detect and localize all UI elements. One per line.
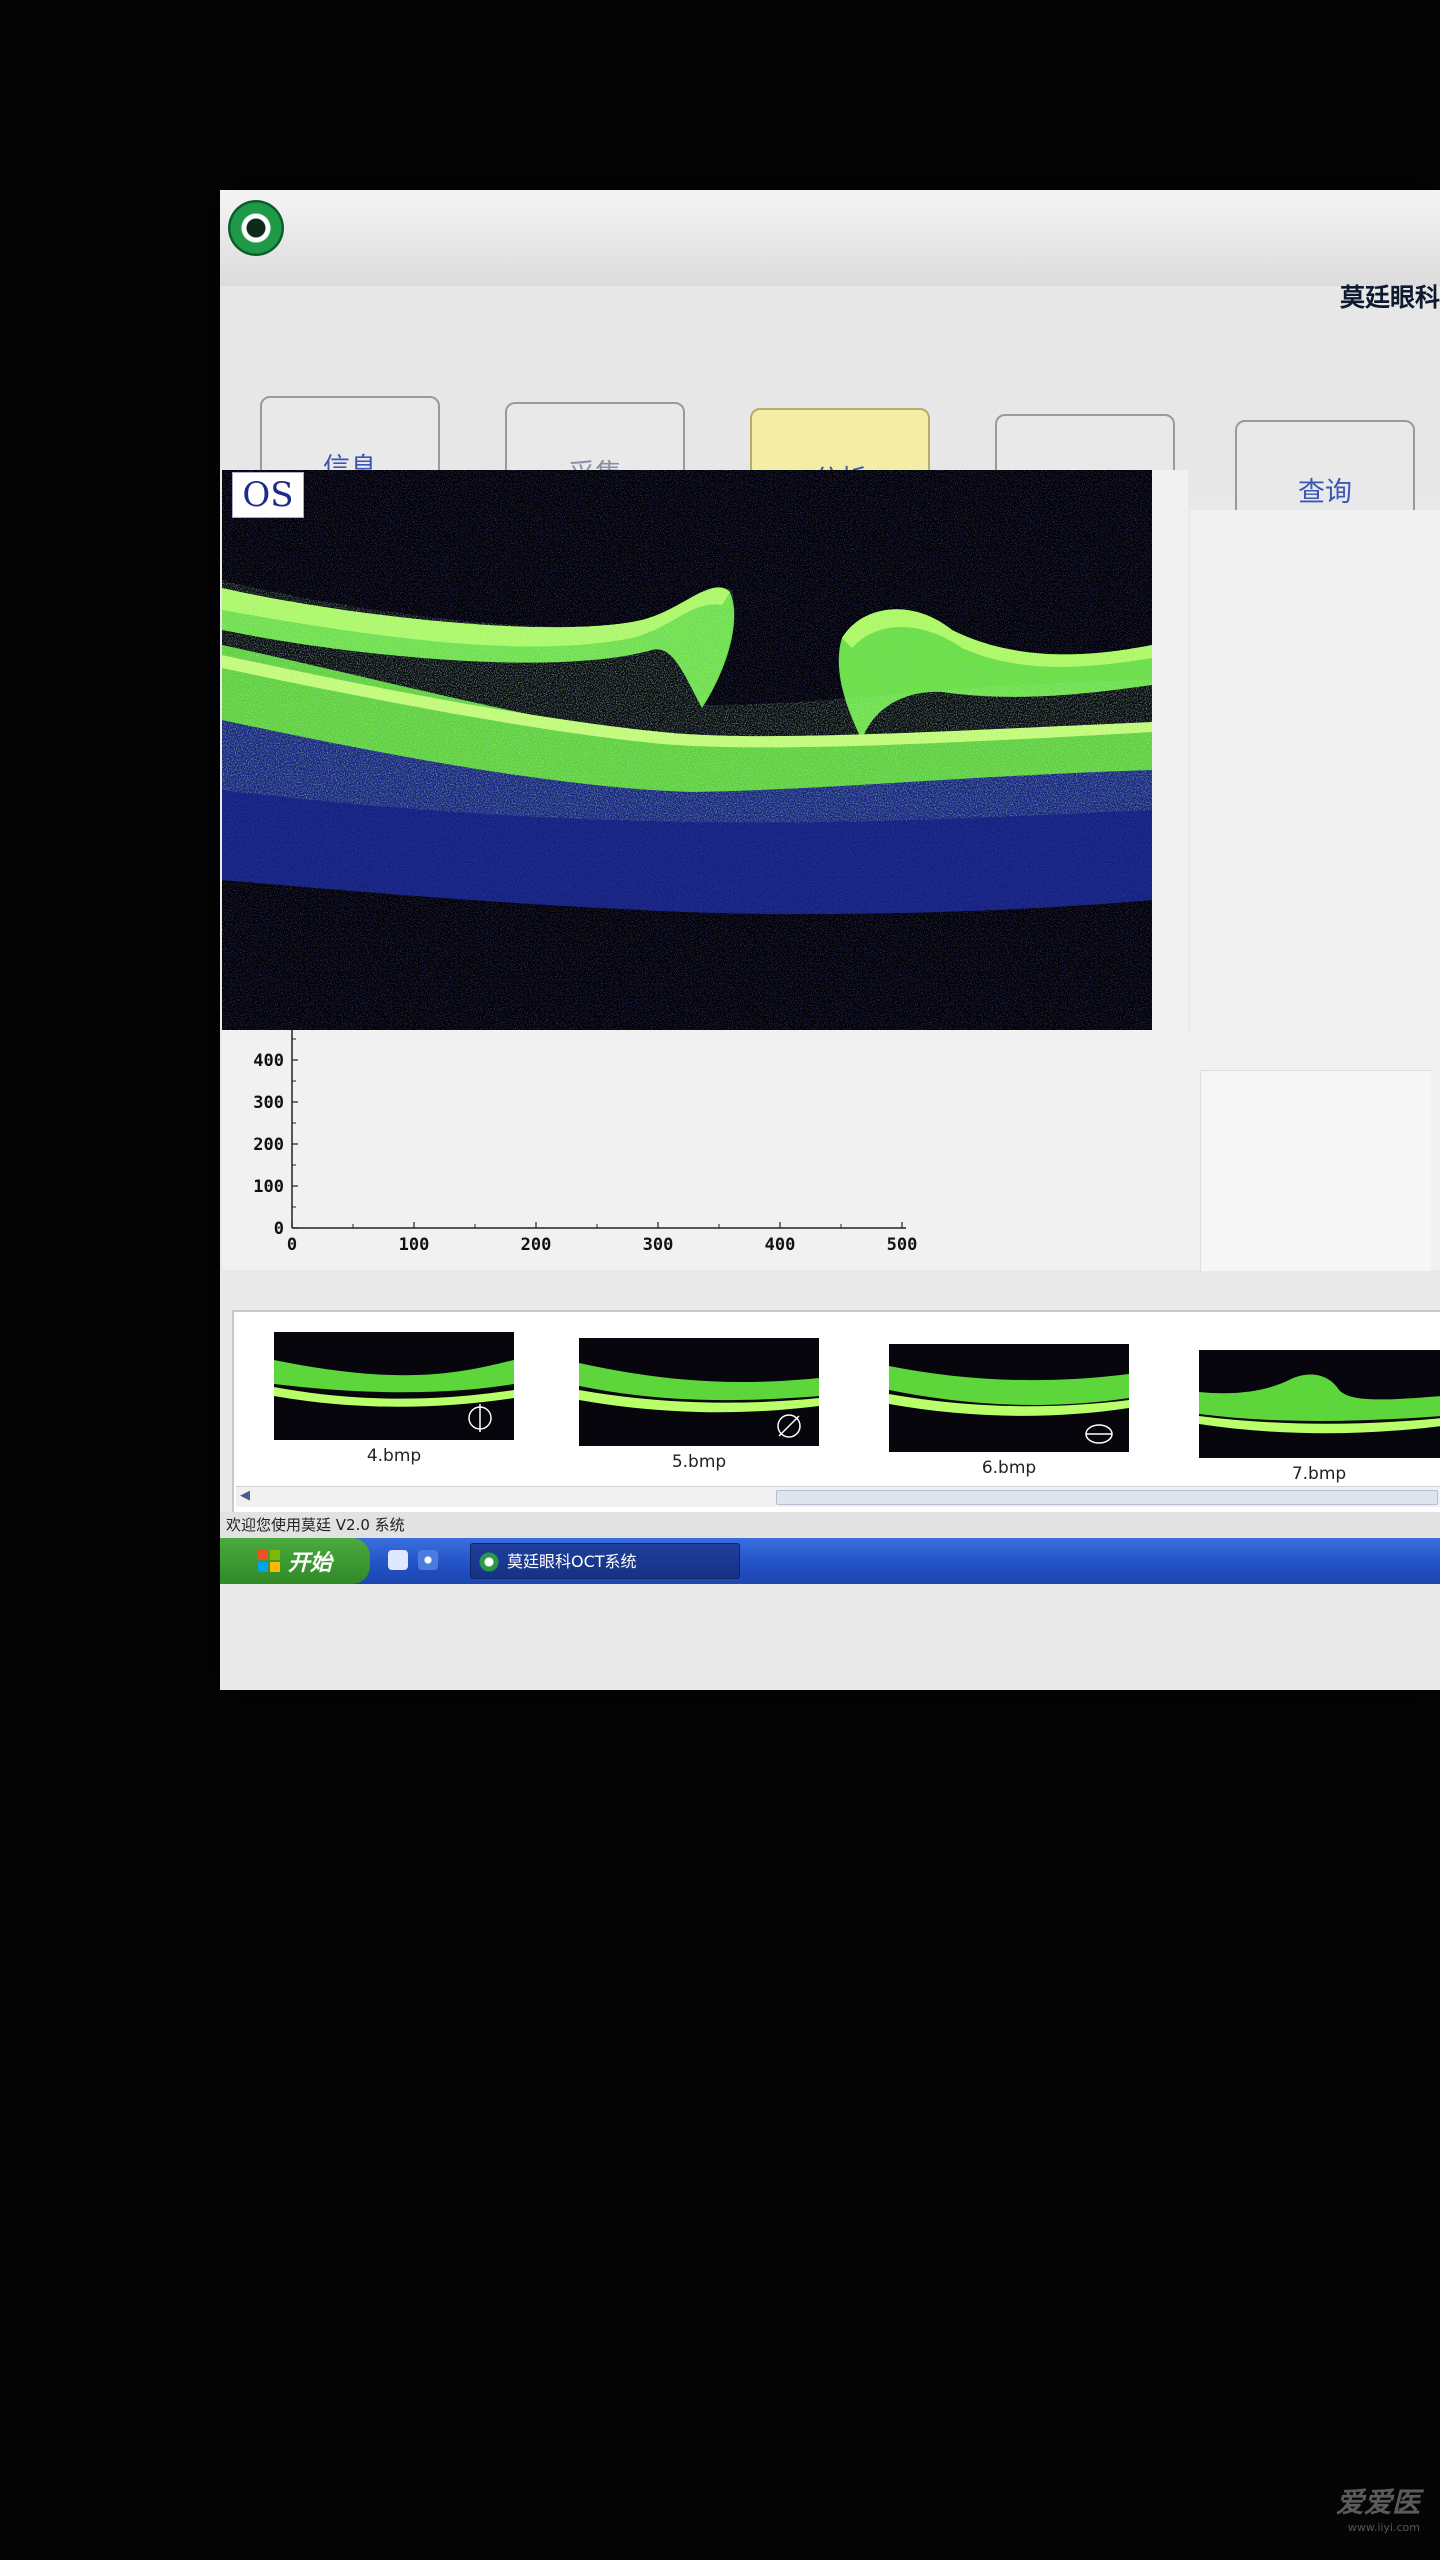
title-bar [220,190,1440,289]
taskbar-app-label: 莫廷眼科OCT系统 [507,1552,637,1571]
app-logo-icon [228,200,284,256]
watermark-url: www.iiyi.com [1347,2521,1420,2534]
taskbar-app-item[interactable]: 莫廷眼科OCT系统 [470,1543,740,1579]
status-bar: 欢迎您使用莫廷 V2.0 系统 [220,1512,1440,1538]
y-tick-label: 200 [253,1135,284,1155]
scrollbar-thumb[interactable] [776,1490,1438,1505]
x-tick-label: 100 [399,1235,430,1255]
thumbnail-image[interactable] [579,1338,819,1446]
thumbnail-label: 6.bmp [981,1458,1037,1478]
thumbnail-image[interactable] [889,1344,1129,1452]
thumbnail-label: 5.bmp [671,1452,727,1472]
media-player-icon[interactable] [418,1550,438,1570]
x-tick-label: 300 [643,1235,674,1255]
thumbnail-strip: 4.bmp 5.bmp 6.bmp 7.bmp ◀ [232,1310,1440,1512]
thickness-graph: 01002003004005000100200300400500 [222,1030,1190,1270]
start-button[interactable]: 开始 [220,1538,370,1584]
thumbnail-scrollbar[interactable]: ◀ [236,1486,1440,1507]
oct-app-icon [479,1552,499,1572]
scroll-left-icon[interactable]: ◀ [240,1488,250,1503]
x-tick-label: 500 [887,1235,918,1255]
thumbnail-image[interactable] [274,1332,514,1440]
start-label: 开始 [287,1551,332,1576]
x-tick-label: 0 [287,1235,297,1255]
main-toolbar: 信息 采集 分析 报告 查询 [220,286,1440,558]
app-title: 莫廷眼科 [1339,283,1440,312]
y-tick-label: 400 [253,1051,284,1071]
y-tick-label: 300 [253,1093,284,1113]
right-subpanel [1200,1070,1431,1271]
monitor-screen: 信息 采集 分析 报告 查询 莫廷眼科 OS [220,190,1440,1690]
taskbar: 开始 莫廷眼科OCT系统 [220,1538,1440,1584]
thumbnail-label: 7.bmp [1291,1464,1347,1484]
x-tick-label: 400 [765,1235,796,1255]
x-tick-label: 200 [521,1235,552,1255]
thumbnail-image[interactable] [1199,1350,1440,1458]
oct-scan-image[interactable] [222,470,1188,1030]
watermark-logo: 爱爱医 www.iiyi.com [1336,2481,1420,2534]
watermark-text: 爱爱医 [1335,2486,1420,2519]
windows-logo-icon [257,1550,280,1572]
show-desktop-icon[interactable] [388,1550,408,1570]
y-tick-label: 0 [274,1219,284,1239]
y-tick-label: 100 [253,1177,284,1197]
thumbnail-label: 4.bmp [366,1446,422,1466]
eye-side-label: OS [232,472,304,518]
